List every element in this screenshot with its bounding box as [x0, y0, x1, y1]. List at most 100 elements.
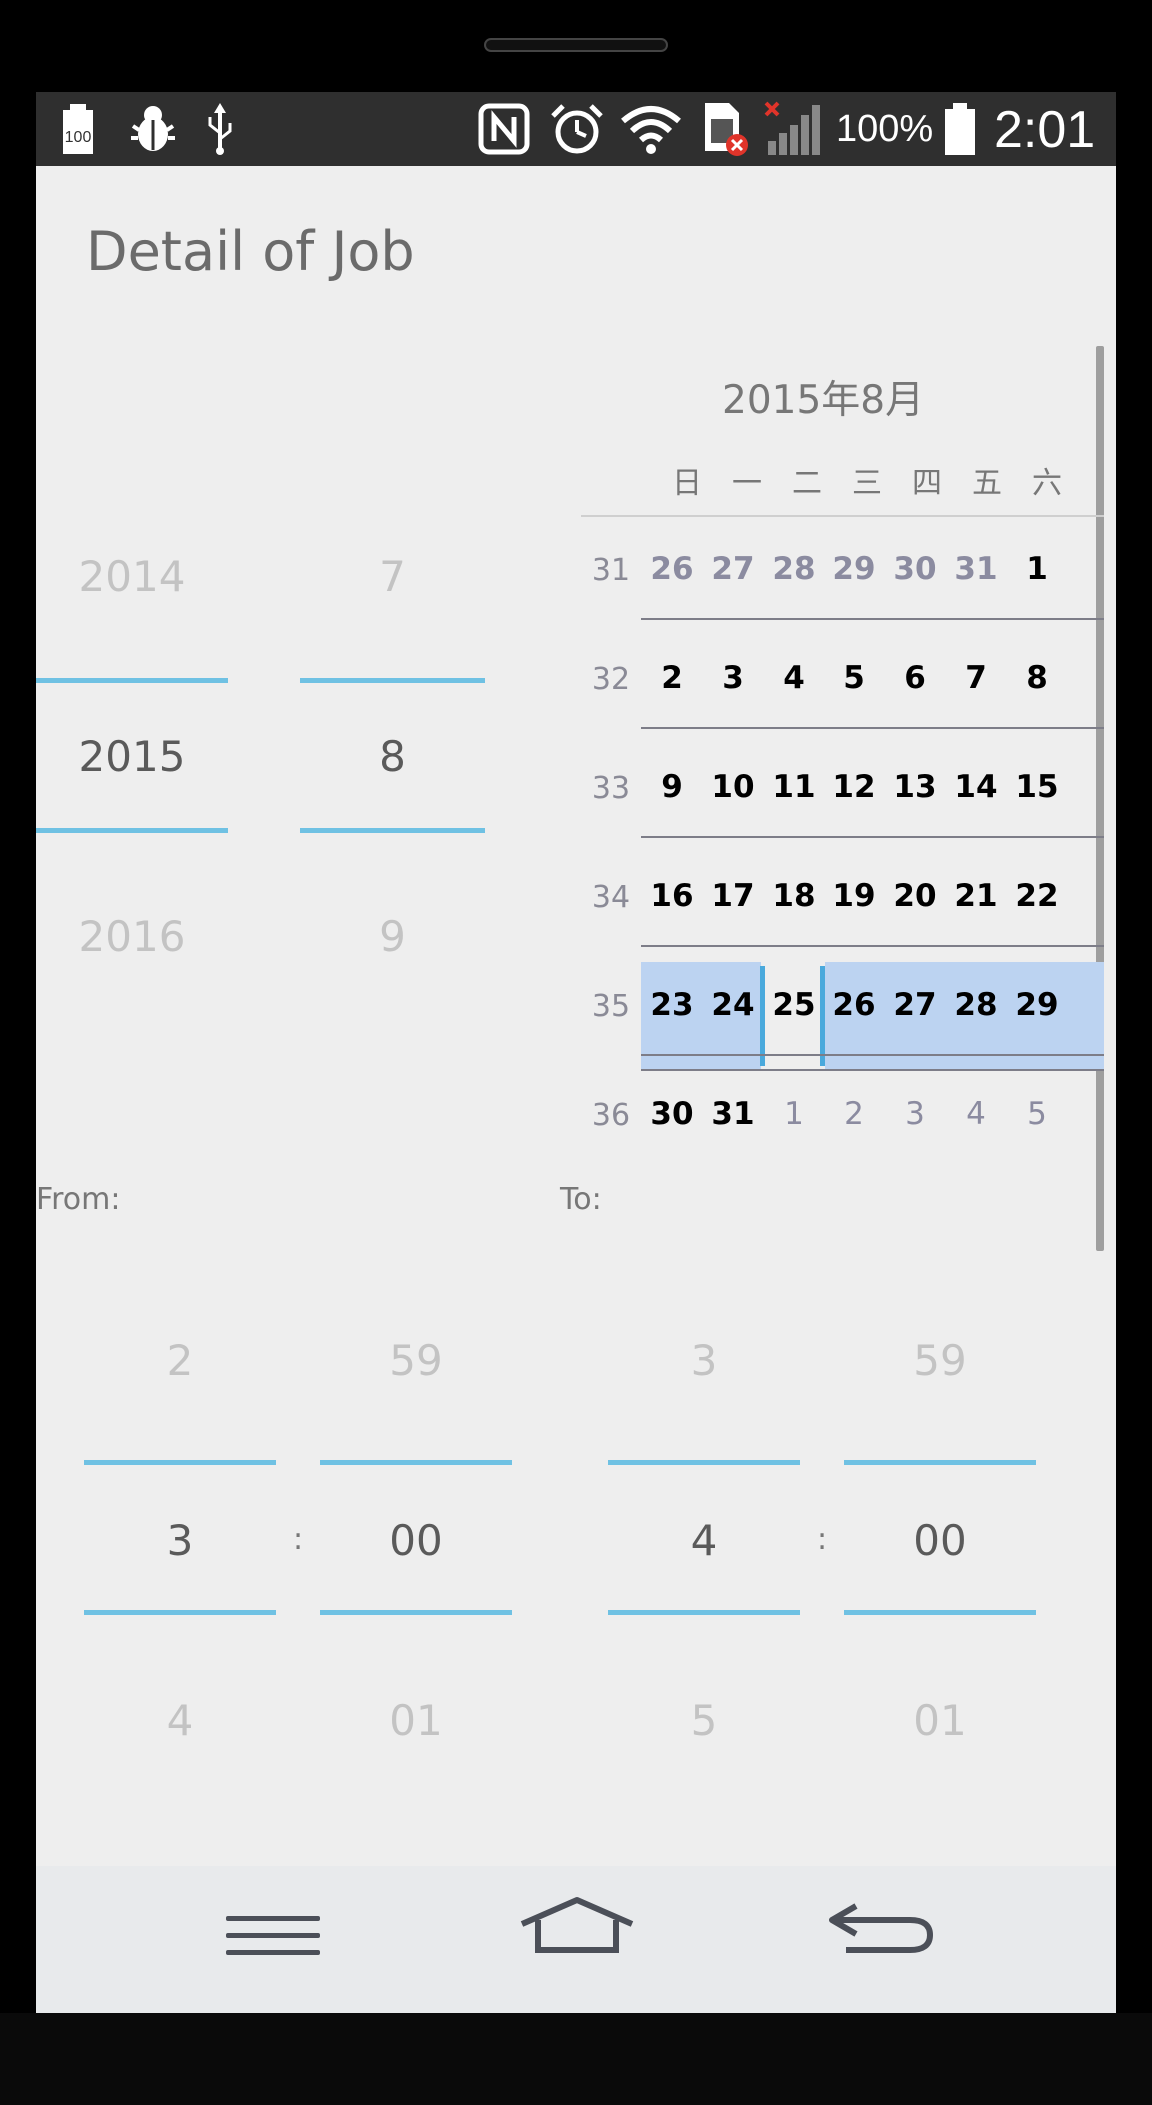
- calendar-day[interactable]: 26: [643, 551, 701, 587]
- calendar-day[interactable]: 1: [765, 1096, 823, 1132]
- month-divider-top: [300, 678, 485, 683]
- calendar-day[interactable]: 13: [886, 769, 944, 805]
- week-row-divider: [641, 618, 1104, 620]
- calendar-day[interactable]: 21: [947, 878, 1005, 914]
- calendar-day[interactable]: 20: [886, 878, 944, 914]
- calendar-day[interactable]: 29: [1008, 987, 1066, 1023]
- calendar-day[interactable]: 29: [825, 551, 883, 587]
- calendar-day[interactable]: 19: [825, 878, 883, 914]
- from-minute-divider-top: [320, 1460, 512, 1465]
- calendar-day[interactable]: 28: [947, 987, 1005, 1023]
- to-minute-next[interactable]: 01: [844, 1696, 1036, 1745]
- nfc-icon: [478, 102, 530, 156]
- to-label: To:: [560, 1182, 602, 1217]
- calendar-day[interactable]: 2: [643, 660, 701, 696]
- calendar-day[interactable]: 16: [643, 878, 701, 914]
- year-divider-top: [36, 678, 228, 683]
- calendar-day[interactable]: 2: [825, 1096, 883, 1132]
- from-hour-next[interactable]: 4: [84, 1696, 276, 1745]
- calendar-day[interactable]: 5: [825, 660, 883, 696]
- calendar-day[interactable]: 3: [704, 660, 762, 696]
- weekday-label: 二: [792, 466, 822, 501]
- from-hour-divider-bottom: [84, 1610, 276, 1615]
- to-time-separator: :: [817, 1522, 828, 1557]
- alarm-icon: [548, 102, 606, 156]
- week-row-divider: [641, 945, 1104, 947]
- week-row-divider: [641, 1069, 1104, 1071]
- from-minute-next[interactable]: 01: [320, 1696, 512, 1745]
- calendar-day[interactable]: 8: [1008, 660, 1066, 696]
- battery-percent: 100%: [836, 108, 934, 150]
- year-next[interactable]: 2016: [36, 912, 228, 961]
- year-prev[interactable]: 2014: [36, 552, 228, 601]
- battery-saver-label: 100: [65, 129, 92, 146]
- calendar-day[interactable]: 25: [765, 987, 823, 1023]
- to-hour-next[interactable]: 5: [608, 1696, 800, 1745]
- calendar-day[interactable]: 23: [643, 987, 701, 1023]
- weekday-label: 日: [672, 466, 702, 501]
- from-label: From:: [36, 1182, 121, 1217]
- calendar-day[interactable]: 24: [704, 987, 762, 1023]
- calendar-day[interactable]: 12: [825, 769, 883, 805]
- calendar-day[interactable]: 11: [765, 769, 823, 805]
- device-frame: 100 100% 2:01 Detail of Job 2014 2015 20…: [0, 0, 1152, 2105]
- calendar-day[interactable]: 22: [1008, 878, 1066, 914]
- calendar-day[interactable]: 31: [704, 1096, 762, 1132]
- speaker-grille: [484, 38, 668, 52]
- calendar-day[interactable]: 27: [886, 987, 944, 1023]
- week-number: 34: [591, 880, 631, 915]
- calendar-day[interactable]: 28: [765, 551, 823, 587]
- to-hour-selected[interactable]: 4: [608, 1516, 800, 1565]
- month-next[interactable]: 9: [300, 912, 485, 961]
- calendar-day[interactable]: 14: [947, 769, 1005, 805]
- year-selected[interactable]: 2015: [36, 732, 228, 781]
- calendar-day[interactable]: 5: [1008, 1096, 1066, 1132]
- from-minute-selected[interactable]: 00: [320, 1516, 512, 1565]
- calendar-day[interactable]: 10: [704, 769, 762, 805]
- calendar-day[interactable]: 18: [765, 878, 823, 914]
- scrollbar[interactable]: [1096, 346, 1104, 1251]
- battery-100-icon: 100: [60, 102, 96, 156]
- bottom-bezel: [0, 2013, 1152, 2105]
- calendar-day[interactable]: 30: [643, 1096, 701, 1132]
- app-screen: Detail of Job 2014 2015 2016 7 8 9 2015年…: [36, 166, 1116, 2013]
- from-minute-prev[interactable]: 59: [320, 1336, 512, 1385]
- home-icon[interactable]: [518, 1896, 636, 1960]
- month-divider-bottom: [300, 828, 485, 833]
- from-hour-prev[interactable]: 2: [84, 1336, 276, 1385]
- to-hour-prev[interactable]: 3: [608, 1336, 800, 1385]
- week-number: 35: [591, 989, 631, 1024]
- page-title: Detail of Job: [86, 220, 415, 283]
- calendar-day[interactable]: 9: [643, 769, 701, 805]
- month-selected[interactable]: 8: [300, 732, 485, 781]
- weekday-label: 四: [912, 466, 942, 501]
- from-time-separator: :: [293, 1522, 304, 1557]
- calendar-day[interactable]: 4: [765, 660, 823, 696]
- back-icon[interactable]: [826, 1900, 936, 1960]
- calendar-day[interactable]: 31: [947, 551, 1005, 587]
- to-hour-divider-top: [608, 1460, 800, 1465]
- from-hour-divider-top: [84, 1460, 276, 1465]
- weekday-label: 五: [972, 466, 1002, 501]
- calendar-day[interactable]: 4: [947, 1096, 1005, 1132]
- to-minute-prev[interactable]: 59: [844, 1336, 1036, 1385]
- week-number: 33: [591, 771, 631, 806]
- calendar-day[interactable]: 15: [1008, 769, 1066, 805]
- menu-icon[interactable]: [224, 1912, 322, 1964]
- to-minute-divider-top: [844, 1460, 1036, 1465]
- signal-icon: [764, 101, 824, 156]
- year-divider-bottom: [36, 828, 228, 833]
- calendar-day[interactable]: 6: [886, 660, 944, 696]
- month-prev[interactable]: 7: [300, 552, 485, 601]
- from-hour-selected[interactable]: 3: [84, 1516, 276, 1565]
- calendar-day[interactable]: 7: [947, 660, 1005, 696]
- calendar-day[interactable]: 1: [1008, 551, 1066, 587]
- calendar-day[interactable]: 3: [886, 1096, 944, 1132]
- calendar-day[interactable]: 30: [886, 551, 944, 587]
- calendar-day[interactable]: 27: [704, 551, 762, 587]
- calendar-day[interactable]: 26: [825, 987, 883, 1023]
- calendar-day[interactable]: 17: [704, 878, 762, 914]
- to-minute-selected[interactable]: 00: [844, 1516, 1036, 1565]
- status-bar: 100 100% 2:01: [36, 92, 1116, 166]
- usb-icon: [202, 102, 238, 156]
